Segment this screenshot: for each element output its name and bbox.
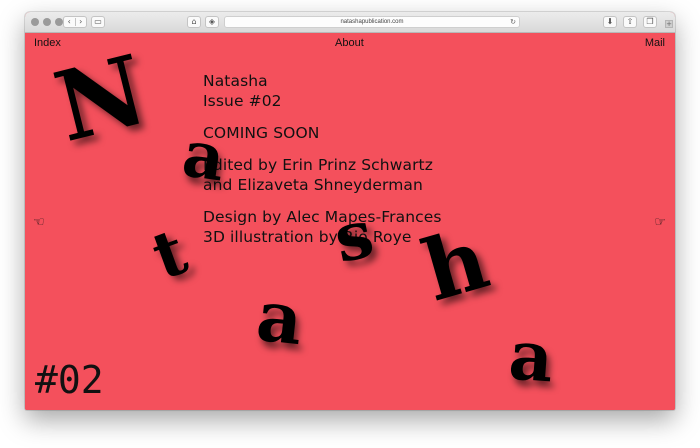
share-icon[interactable]: ⇧ [623, 16, 637, 28]
zoom-window-button[interactable] [55, 18, 63, 26]
floating-letter: h [412, 208, 499, 321]
status-text: COMING SOON [203, 124, 320, 142]
previous-arrow-icon[interactable]: ☜ [33, 216, 45, 229]
floating-letter: N [44, 33, 157, 164]
floating-letter: t [142, 214, 197, 295]
next-arrow-icon[interactable]: ☞ [654, 216, 666, 229]
reload-icon[interactable]: ↻ [510, 18, 516, 26]
nav-index-link[interactable]: Index [34, 37, 61, 49]
browser-toolbar: ‹ › ▭ ⌂ ◈ natashapublication.com ↻ ⬇ ⇧ ❐ … [25, 12, 675, 33]
download-icon[interactable]: ⬇ [603, 16, 617, 28]
page-content: Index About Mail ☜ ☞ Natasha Issue #02 C… [25, 33, 675, 410]
publication-title: Natasha [203, 72, 268, 90]
sidebar-icon[interactable]: ▭ [91, 16, 105, 28]
history-navigation: ‹ › [63, 16, 87, 28]
close-window-button[interactable] [31, 18, 39, 26]
tabs-icon[interactable]: ❐ [643, 16, 657, 28]
address-bar[interactable]: natashapublication.com ↻ [224, 16, 520, 28]
nav-mail-link[interactable]: Mail [645, 37, 665, 49]
home-icon[interactable]: ⌂ [187, 16, 201, 28]
design-credit: Design by Alec Mapes-Frances [203, 208, 442, 226]
window-controls [31, 18, 63, 26]
editors-line-1: Edited by Erin Prinz Schwartz [203, 156, 433, 174]
issue-info: Natasha Issue #02 COMING SOON Edited by … [203, 71, 442, 259]
minimize-window-button[interactable] [43, 18, 51, 26]
illustration-credit: 3D illustration by Rio Roye [203, 228, 412, 246]
browser-window: ‹ › ▭ ⌂ ◈ natashapublication.com ↻ ⬇ ⇧ ❐ … [25, 12, 675, 410]
editors-line-2: and Elizaveta Shneyderman [203, 176, 423, 194]
floating-letter: a [252, 273, 307, 362]
issue-number: #02 [35, 358, 104, 402]
floating-letter: a [178, 116, 230, 197]
issue-label: Issue #02 [203, 92, 282, 110]
url-text: natashapublication.com [340, 19, 404, 25]
floating-letter: a [506, 315, 556, 399]
new-tab-icon[interactable]: + [665, 20, 673, 28]
shield-icon[interactable]: ◈ [205, 16, 219, 28]
back-icon[interactable]: ‹ [64, 18, 75, 26]
nav-about-link[interactable]: About [335, 37, 364, 49]
forward-icon[interactable]: › [74, 18, 87, 26]
